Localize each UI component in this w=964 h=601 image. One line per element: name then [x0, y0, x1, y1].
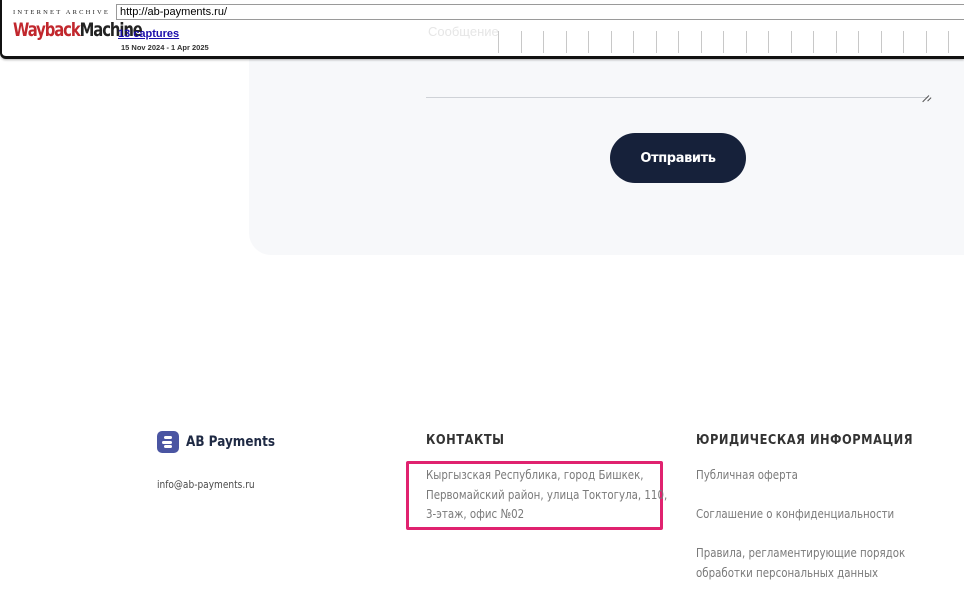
message-field-underline[interactable]: [426, 97, 928, 98]
timeline-tick: [723, 31, 724, 53]
wayback-toolbar: Сообщение INTERNET ARCHIVE WaybackMachin…: [0, 0, 964, 59]
wayback-date-range: 15 Nov 2024 - 1 Apr 2025: [121, 43, 209, 52]
timeline-tick: [700, 31, 702, 53]
message-placeholder: Сообщение: [428, 24, 499, 39]
timeline-tick: [745, 31, 747, 53]
timeline-tick: [655, 31, 657, 53]
timeline-tick: [520, 31, 522, 53]
address-line: 3-этаж, офис №02: [426, 506, 525, 521]
personal-data-rules-line: обработки персональных данных: [696, 564, 879, 580]
privacy-agreement-link[interactable]: Соглашение о конфиденциальности: [696, 504, 894, 524]
footer-brand[interactable]: AB Payments: [157, 431, 289, 453]
timeline-tick: [768, 31, 769, 53]
timeline-tick: [588, 31, 589, 53]
contacts-address: Кыргызская Республика, город Бишкек, Пер…: [426, 465, 672, 524]
wayback-logo-wordmark: WaybackMachine: [13, 19, 143, 41]
wayback-logo-caption: INTERNET ARCHIVE: [13, 9, 111, 16]
timeline-tick: [633, 31, 634, 53]
timeline-tick: [543, 31, 544, 53]
personal-data-rules-link[interactable]: Правила, регламентирующие порядок обрабо…: [696, 543, 905, 582]
timeline-tick: [880, 31, 882, 53]
wayback-url-input[interactable]: http://ab-payments.ru/: [116, 4, 964, 20]
footer-email-link[interactable]: info@ab-payments.ru: [157, 478, 255, 491]
timeline-tick: [948, 31, 949, 53]
timeline-tick: [498, 31, 499, 53]
page: Отправить Сообщение INTERNET ARCHIVE Way…: [0, 0, 964, 601]
wayback-logo[interactable]: INTERNET ARCHIVE WaybackMachine: [13, 9, 143, 45]
timeline-tick: [858, 31, 859, 53]
personal-data-rules-line: Правила, регламентирующие порядок: [696, 545, 906, 560]
timeline-tick: [835, 31, 837, 53]
timeline-tick: [813, 31, 814, 53]
wayback-logo-word1: Wayback: [13, 19, 81, 41]
public-offer-link[interactable]: Публичная оферта: [696, 465, 798, 485]
timeline-tick: [925, 31, 927, 53]
timeline-tick: [678, 31, 679, 53]
address-line: Кыргызская Республика, город Бишкек,: [426, 467, 644, 482]
timeline-tick: [903, 31, 904, 53]
timeline-tick: [610, 31, 612, 53]
wayback-timeline[interactable]: [492, 28, 964, 54]
timeline-tick: [565, 31, 567, 53]
address-line: Первомайский район, улица Токтогула, 110…: [426, 486, 668, 502]
brand-logo-icon: [157, 431, 179, 453]
legal-info-heading: ЮРИДИЧЕСКАЯ ИНФОРМАЦИЯ: [696, 433, 914, 448]
brand-name: AB Payments: [186, 434, 275, 450]
wayback-captures-link[interactable]: 13 captures: [118, 28, 179, 40]
textarea-resize-handle-icon[interactable]: [921, 88, 932, 103]
timeline-tick: [790, 31, 792, 53]
contacts-heading: КОНТАКТЫ: [426, 433, 505, 448]
submit-button[interactable]: Отправить: [610, 133, 746, 183]
